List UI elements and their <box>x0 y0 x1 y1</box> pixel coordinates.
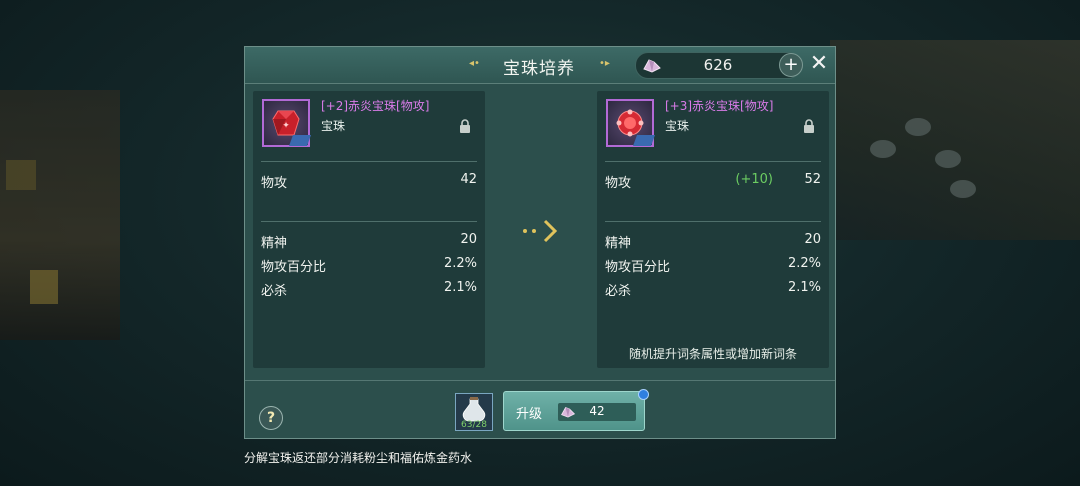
currency-value: 626 <box>703 56 733 74</box>
stat-label: 物攻 <box>261 176 288 191</box>
stat-label: 物攻 <box>605 176 632 191</box>
upgrade-button[interactable]: 升级 42 <box>503 391 645 431</box>
panel-title: 宝珠培养 <box>503 59 575 79</box>
divider <box>605 161 821 162</box>
decompose-hint: 分解宝珠返还部分消耗粉尘和福佑炼金药水 <box>244 451 473 465</box>
help-button[interactable]: ? <box>259 406 283 430</box>
stat-value: 42 <box>460 172 477 187</box>
stat-value: 20 <box>460 232 477 247</box>
gem-cultivation-panel: ◂• 宝珠培养 •▸ 626 + ✕ ✦ [+2]赤炎宝珠[物攻] 宝珠 物攻 … <box>244 46 836 439</box>
gem-name: [+2]赤炎宝珠[物攻] <box>321 99 430 113</box>
background-barrel <box>870 140 896 158</box>
stat-row: 物攻百分比 2.2% <box>261 256 477 276</box>
lock-icon[interactable] <box>803 119 815 133</box>
notification-dot <box>638 389 649 400</box>
stat-row: 物攻百分比 2.2% <box>605 256 821 276</box>
close-button[interactable]: ✕ <box>807 51 831 77</box>
stat-value: 2.1% <box>787 280 821 295</box>
upgrade-note: 随机提升词条属性或增加新词条 <box>628 347 797 361</box>
stat-label: 精神 <box>261 236 288 251</box>
stat-row: 必杀 2.1% <box>261 280 477 300</box>
upgrade-arrow-icon <box>523 219 558 243</box>
background-barrel <box>905 118 931 136</box>
gem-item-icon[interactable]: ✦ <box>262 99 312 147</box>
panel-header: ◂• 宝珠培养 •▸ 626 + ✕ <box>245 47 835 84</box>
gem-type: 宝珠 <box>665 119 690 133</box>
stat-row: 精神 20 <box>261 232 477 252</box>
stat-bonus: (+10) <box>735 172 773 187</box>
add-currency-button[interactable]: + <box>779 53 803 77</box>
stat-row: 必杀 2.1% <box>605 280 821 300</box>
background-barrel <box>935 150 961 168</box>
main-stat-row: 物攻 (+10) 52 <box>605 172 821 192</box>
background-house <box>0 90 120 340</box>
footer-divider <box>245 380 835 381</box>
stat-value: 2.1% <box>443 280 477 295</box>
stat-label: 必杀 <box>261 284 288 299</box>
divider <box>261 221 477 222</box>
gem-badge-icon <box>288 135 312 146</box>
stat-label: 精神 <box>605 236 632 251</box>
svg-text:✦: ✦ <box>282 121 290 131</box>
cost-value: 42 <box>589 404 605 418</box>
potion-count: 63/28 <box>461 420 487 430</box>
title-ornament-left-icon: ◂• <box>469 58 480 69</box>
lock-icon[interactable] <box>459 119 471 133</box>
currency-display: 626 <box>635 52 801 79</box>
stat-value: 2.2% <box>443 256 477 271</box>
stat-row: 精神 20 <box>605 232 821 252</box>
background-window <box>30 270 58 304</box>
gem-name: [+3]赤炎宝珠[物攻] <box>665 99 774 113</box>
upgraded-gem-card: [+3]赤炎宝珠[物攻] 宝珠 物攻 (+10) 52 精神 20 物攻百分比 … <box>597 91 829 368</box>
upgrade-cost: 42 <box>558 403 636 421</box>
alchemy-potion-slot[interactable]: 63/28 <box>455 393 493 431</box>
gem-item-icon[interactable] <box>606 99 656 147</box>
stat-label: 必杀 <box>605 284 632 299</box>
upgrade-label: 升级 <box>516 407 543 422</box>
stat-value: 20 <box>804 232 821 247</box>
stat-value: 52 <box>804 172 821 187</box>
gem-type: 宝珠 <box>321 119 346 133</box>
stat-label: 物攻百分比 <box>261 260 327 275</box>
main-stat-row: 物攻 42 <box>261 172 477 192</box>
background-roof <box>830 40 1080 240</box>
crystal-icon <box>561 406 576 418</box>
background-barrel <box>950 180 976 198</box>
current-gem-card: ✦ [+2]赤炎宝珠[物攻] 宝珠 物攻 42 精神 20 物攻百分比 2.2%… <box>253 91 485 368</box>
gem-badge-icon <box>632 135 656 146</box>
divider <box>261 161 477 162</box>
potion-bottle-icon <box>462 397 486 422</box>
title-ornament-right-icon: •▸ <box>599 58 610 69</box>
stat-value: 2.2% <box>787 256 821 271</box>
divider <box>605 221 821 222</box>
stat-label: 物攻百分比 <box>605 260 671 275</box>
